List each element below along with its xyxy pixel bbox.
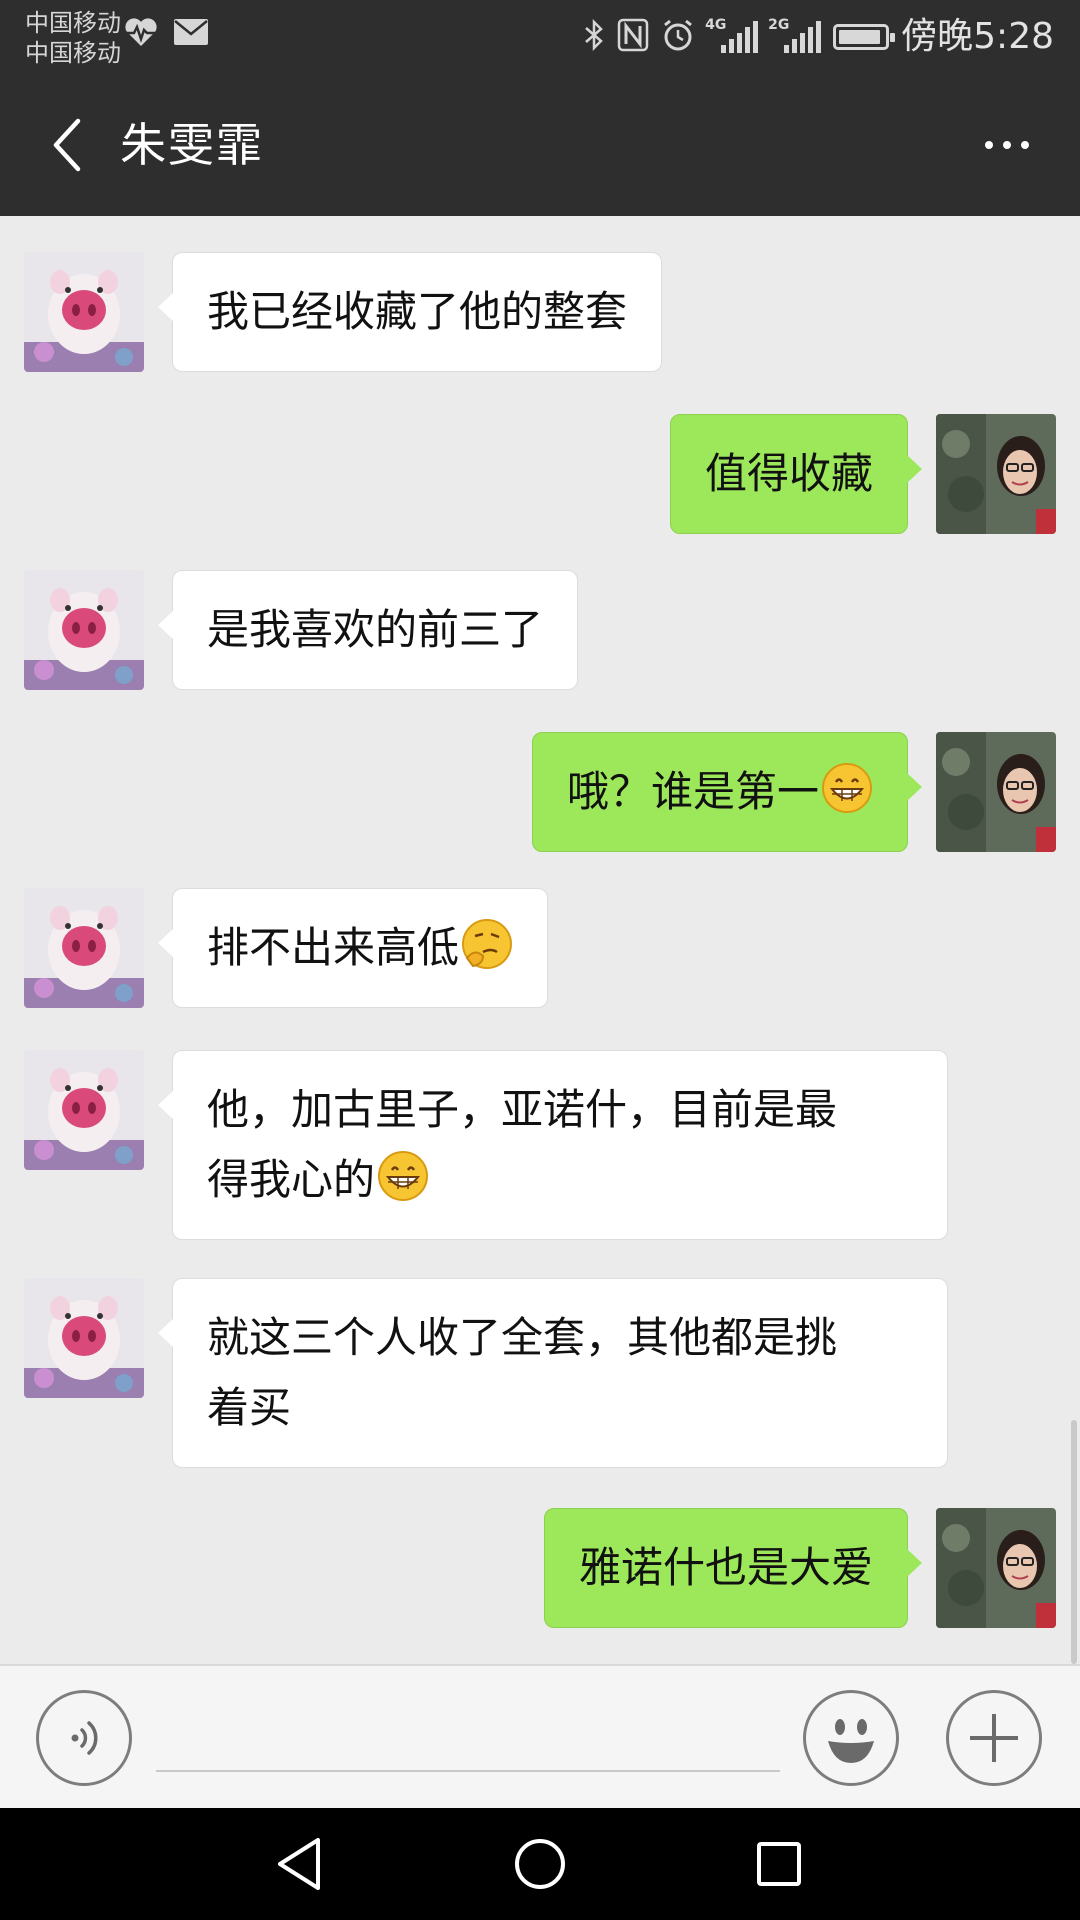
message-text: 排不出来高低 [207, 923, 460, 972]
carrier-info: 中国移动 中国移动 [25, 8, 121, 68]
message-input[interactable] [156, 1702, 780, 1772]
status-bar: 中国移动 中国移动 4G 2G 傍晚5:28 [0, 0, 1080, 75]
status-time: 傍晚5:28 [901, 16, 1054, 57]
dot-icon [1021, 141, 1029, 149]
message-list[interactable]: 我已经收藏了他的整套 值得收藏 是我喜欢的前三了 哦？谁是第一 排不出来高低 他… [0, 216, 1080, 1664]
status-right-icons: 4G 2G 傍晚5:28 [583, 14, 1054, 60]
incoming-message-bubble[interactable]: 他，加古里子，亚诺什，目前是最 得我心的 [158, 1050, 948, 1240]
incoming-message-bubble[interactable]: 我已经收藏了他的整套 [157, 252, 663, 372]
carrier-2: 中国移动 [25, 39, 121, 67]
incoming-message-bubble[interactable]: 就这三个人收了全套，其他都是挑 着买 [158, 1278, 948, 1468]
signal-icon: 4G [705, 17, 759, 53]
message-text: 哦？谁是第一 [566, 767, 819, 816]
grin-emoji-icon [377, 1150, 429, 1202]
outgoing-message-bubble[interactable]: 值得收藏 [669, 414, 923, 534]
nav-home-button[interactable] [495, 1828, 585, 1900]
input-bar [0, 1664, 1080, 1808]
status-left-icons [123, 16, 209, 52]
contact-avatar[interactable] [24, 252, 144, 372]
smiley-icon [828, 1719, 874, 1763]
message-text-line: 着买 [207, 1383, 292, 1432]
page-title: 朱雯霏 [120, 118, 264, 172]
contact-avatar[interactable] [24, 888, 144, 1008]
circle-home-icon [515, 1839, 565, 1889]
voice-input-button[interactable] [36, 1690, 132, 1786]
message-text: 是我喜欢的前三了 [207, 605, 544, 654]
alarm-icon [661, 18, 695, 56]
message-text: 我已经收藏了他的整套 [207, 287, 628, 336]
my-avatar[interactable] [936, 732, 1056, 852]
contact-avatar[interactable] [24, 1050, 144, 1170]
outgoing-message-bubble[interactable]: 雅诺什也是大爱 [543, 1508, 923, 1628]
square-recents-icon [757, 1842, 801, 1886]
message-text: 雅诺什也是大爱 [578, 1543, 873, 1592]
message-text-line: 得我心的 [207, 1145, 913, 1215]
nav-back-button[interactable] [254, 1828, 344, 1900]
message-text: 值得收藏 [704, 449, 873, 498]
contact-avatar[interactable] [24, 1278, 144, 1398]
incoming-message-bubble[interactable]: 是我喜欢的前三了 [157, 570, 579, 690]
outgoing-message-bubble[interactable]: 哦？谁是第一 [531, 732, 923, 852]
scrollbar-thumb[interactable] [1071, 1420, 1077, 1664]
emoji-button[interactable] [803, 1690, 899, 1786]
nav-recents-button[interactable] [734, 1828, 824, 1900]
triangle-back-icon [278, 1838, 320, 1890]
grin-emoji-icon [821, 762, 873, 814]
dot-icon [985, 141, 993, 149]
chevron-left-icon [53, 118, 81, 172]
my-avatar[interactable] [936, 414, 1056, 534]
voice-icon [71, 1721, 98, 1755]
back-button[interactable] [28, 105, 108, 185]
thinking-emoji-icon [461, 918, 513, 970]
message-text-line: 就这三个人收了全套，其他都是挑 [207, 1313, 838, 1362]
mail-icon [173, 18, 209, 50]
chat-screen: 中国移动 中国移动 4G 2G 傍晚5:28 朱雯霏 我已经收藏了他的整套 值得… [0, 0, 1080, 1920]
system-nav-bar [0, 1808, 1080, 1920]
my-avatar[interactable] [936, 1508, 1056, 1628]
title-bar: 朱雯霏 [0, 75, 1080, 216]
plus-icon [970, 1714, 1018, 1762]
more-actions-button[interactable] [946, 1690, 1042, 1786]
battery-icon [833, 24, 896, 50]
heart-pulse-icon [123, 16, 159, 52]
bluetooth-icon [583, 18, 605, 56]
carrier-1: 中国移动 [25, 9, 121, 37]
incoming-message-bubble[interactable]: 排不出来高低 [157, 888, 549, 1008]
message-text-line: 他，加古里子，亚诺什，目前是最 [207, 1085, 838, 1134]
dot-icon [1003, 141, 1011, 149]
signal-icon: 2G [768, 17, 822, 53]
contact-avatar[interactable] [24, 570, 144, 690]
nfc-icon [617, 18, 649, 56]
more-options-button[interactable] [962, 105, 1052, 185]
